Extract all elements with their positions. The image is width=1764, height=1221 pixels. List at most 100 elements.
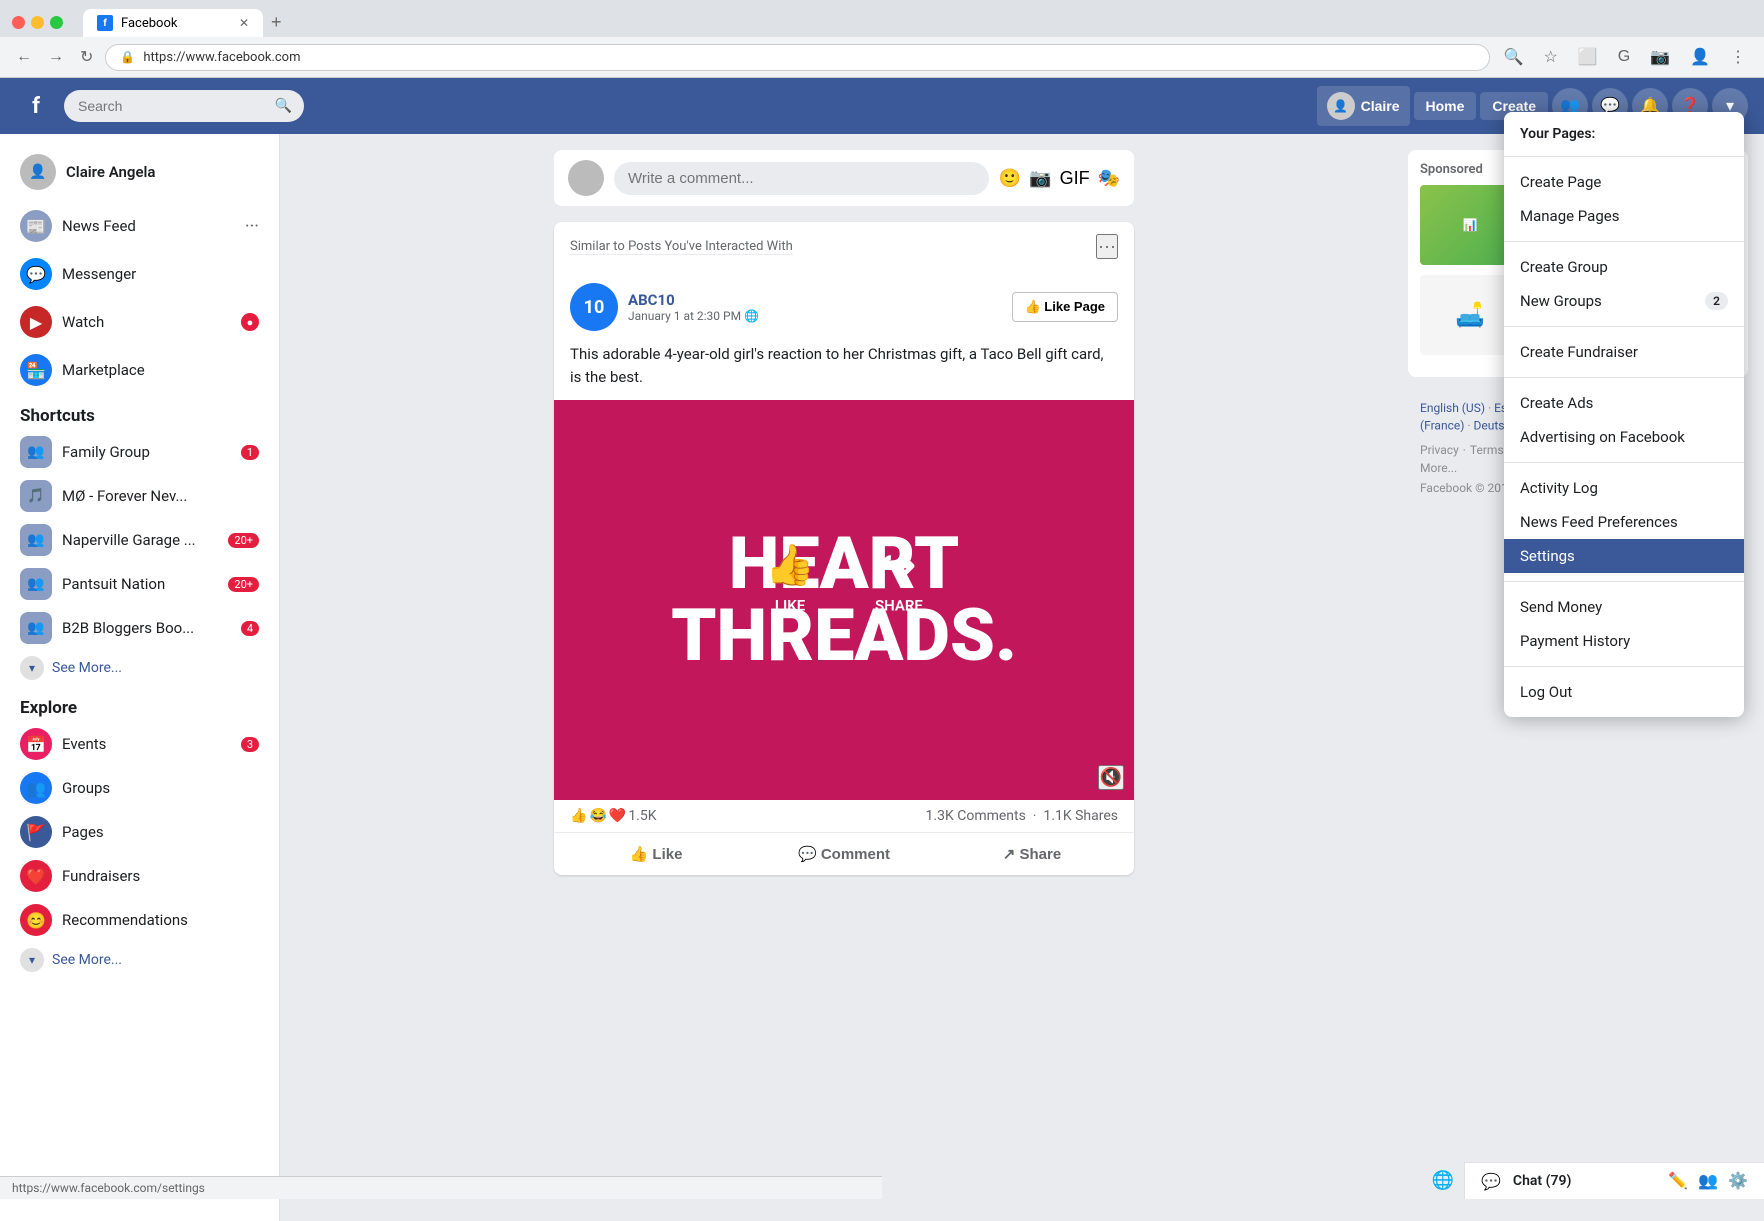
dropdown-send-money[interactable]: Send Money bbox=[1504, 590, 1744, 624]
pantsuit-icon: 👥 bbox=[20, 568, 52, 600]
search-toolbar-button[interactable]: 🔍 bbox=[1498, 43, 1530, 71]
privacy-link[interactable]: Privacy bbox=[1420, 443, 1459, 457]
globe-language-button[interactable]: 🌐 bbox=[1432, 1170, 1454, 1191]
user-profile-button[interactable]: 👤 Claire bbox=[1317, 86, 1410, 126]
sidebar-item-messenger[interactable]: 💬 Messenger bbox=[8, 250, 271, 298]
b2b-badge: 4 bbox=[241, 621, 259, 636]
active-tab[interactable]: f Facebook ✕ bbox=[83, 9, 263, 37]
events-label: Events bbox=[62, 735, 106, 753]
browser-toolbar: ← → ↻ 🔒 https://www.facebook.com 🔍 ☆ ⬜ G… bbox=[0, 37, 1764, 78]
sidebar-item-marketplace[interactable]: 🏪 Marketplace bbox=[8, 346, 271, 394]
chat-settings-button[interactable]: ⚙️ bbox=[1728, 1171, 1748, 1191]
explore-see-more[interactable]: ▾ See More... bbox=[8, 942, 271, 978]
share-action-button[interactable]: ↗ Share bbox=[938, 837, 1126, 871]
mo-forever-label: MØ - Forever Nev... bbox=[62, 487, 187, 505]
shortcut-family-group[interactable]: 👥 Family Group 1 bbox=[8, 430, 271, 474]
maximize-window-button[interactable] bbox=[50, 16, 63, 29]
tab-close-button[interactable]: ✕ bbox=[239, 16, 249, 30]
overlay-share-action[interactable]: ↪ SHARE bbox=[875, 542, 923, 615]
dropdown-create-fundraiser[interactable]: Create Fundraiser bbox=[1504, 335, 1744, 369]
comment-icons: 🙂 📷 GIF 🎭 bbox=[999, 168, 1120, 189]
more-link[interactable]: More... bbox=[1420, 461, 1457, 475]
dropdown-settings[interactable]: Settings bbox=[1504, 539, 1744, 573]
dropdown-new-groups[interactable]: New Groups 2 bbox=[1504, 284, 1744, 318]
home-nav-button[interactable]: Home bbox=[1414, 92, 1477, 120]
explore-events[interactable]: 📅 Events 3 bbox=[8, 722, 271, 766]
family-group-icon: 👥 bbox=[20, 436, 52, 468]
shortcut-mo-forever[interactable]: 🎵 MØ - Forever Nev... bbox=[8, 474, 271, 518]
marketplace-label: Marketplace bbox=[62, 361, 259, 379]
browser-titlebar: f Facebook ✕ + bbox=[0, 0, 1764, 37]
globe-icon: 🌐 bbox=[744, 309, 759, 323]
emoji-button[interactable]: 🙂 bbox=[999, 168, 1021, 189]
sticker-button[interactable]: 🎭 bbox=[1098, 168, 1120, 189]
dropdown-activity-log[interactable]: Activity Log bbox=[1504, 471, 1744, 505]
sidebar-user-avatar: 👤 bbox=[20, 154, 56, 190]
like-page-button[interactable]: 👍 Like Page bbox=[1012, 292, 1119, 322]
explore-pages[interactable]: 🚩 Pages bbox=[8, 810, 271, 854]
reactions-count: 1.5K bbox=[628, 808, 656, 824]
profile-button[interactable]: G bbox=[1612, 44, 1636, 70]
dropdown-create-ads[interactable]: Create Ads bbox=[1504, 386, 1744, 420]
extensions-button[interactable]: ⬜ bbox=[1572, 43, 1604, 71]
mute-button[interactable]: 🔇 bbox=[1098, 765, 1124, 790]
sidebar-item-news-feed[interactable]: 📰 News Feed ··· bbox=[8, 202, 271, 250]
shortcut-b2b[interactable]: 👥 B2B Bloggers Boo... 4 bbox=[8, 606, 271, 650]
toolbar-actions: 🔍 ☆ ⬜ G 📷 👤 ⋮ bbox=[1498, 43, 1752, 71]
friend-requests-button[interactable]: 👥 bbox=[1698, 1171, 1718, 1191]
dropdown-log-out[interactable]: Log Out bbox=[1504, 675, 1744, 709]
lang-english[interactable]: English (US) bbox=[1420, 401, 1485, 415]
post-options-button[interactable]: ··· bbox=[1096, 234, 1118, 259]
close-window-button[interactable] bbox=[12, 16, 25, 29]
naperville-badge: 20+ bbox=[228, 533, 259, 548]
left-sidebar: 👤 Claire Angela 📰 News Feed ··· 💬 Messen… bbox=[0, 134, 280, 1221]
shortcut-naperville[interactable]: 👥 Naperville Garage ... 20+ bbox=[8, 518, 271, 562]
dropdown-manage-pages[interactable]: Manage Pages bbox=[1504, 199, 1744, 233]
search-input[interactable] bbox=[64, 90, 304, 122]
user-icon-button[interactable]: 👤 bbox=[1684, 43, 1716, 71]
shortcuts-see-more[interactable]: ▾ See More... bbox=[8, 650, 271, 686]
new-message-button[interactable]: ✏️ bbox=[1668, 1171, 1688, 1191]
explore-groups[interactable]: 👥 Groups bbox=[8, 766, 271, 810]
explore-fundraisers[interactable]: ❤️ Fundraisers bbox=[8, 854, 271, 898]
comment-action-button[interactable]: 💬 Comment bbox=[750, 837, 938, 871]
back-button[interactable]: ← bbox=[12, 44, 36, 70]
dropdown-account-section: Activity Log News Feed Preferences Setti… bbox=[1504, 463, 1744, 582]
more-button[interactable]: ⋮ bbox=[1724, 43, 1752, 71]
photo-button[interactable]: 📷 bbox=[1029, 168, 1051, 189]
dropdown-payment-history[interactable]: Payment History bbox=[1504, 624, 1744, 658]
pages-label: Pages bbox=[62, 823, 104, 841]
bookmark-button[interactable]: ☆ bbox=[1537, 43, 1563, 71]
dropdown-create-page[interactable]: Create Page bbox=[1504, 165, 1744, 199]
overlay-like-action[interactable]: 👍 LIKE bbox=[765, 542, 815, 615]
url-bar[interactable]: 🔒 https://www.facebook.com bbox=[105, 44, 1489, 71]
comment-input[interactable] bbox=[614, 162, 989, 195]
like-action-button[interactable]: 👍 Like bbox=[562, 837, 750, 871]
explore-recommendations[interactable]: 😊 Recommendations bbox=[8, 898, 271, 942]
similar-posts-label: Similar to Posts You've Interacted With bbox=[570, 239, 793, 255]
forward-button[interactable]: → bbox=[44, 44, 68, 70]
shortcut-pantsuit[interactable]: 👥 Pantsuit Nation 20+ bbox=[8, 562, 271, 606]
news-feed-options[interactable]: ··· bbox=[245, 216, 259, 237]
explore-section-label: Explore bbox=[8, 686, 271, 722]
shares-count: 1.1K Shares bbox=[1043, 808, 1118, 824]
gif-button[interactable]: GIF bbox=[1060, 168, 1090, 189]
terms-link[interactable]: Terms bbox=[1470, 443, 1504, 457]
dropdown-advertising[interactable]: Advertising on Facebook bbox=[1504, 420, 1744, 454]
new-tab-button[interactable]: + bbox=[263, 8, 290, 37]
video-button[interactable]: 📷 bbox=[1644, 43, 1676, 71]
page-meta: January 1 at 2:30 PM 🌐 bbox=[628, 309, 759, 323]
sidebar-item-watch[interactable]: ▶ Watch ● bbox=[8, 298, 271, 346]
watch-nav-icon: ▶ bbox=[20, 306, 52, 338]
feed-center: 🙂 📷 GIF 🎭 Similar to Posts You've Intera… bbox=[554, 150, 1134, 1205]
sidebar-user[interactable]: 👤 Claire Angela bbox=[8, 146, 271, 198]
dropdown-create-group[interactable]: Create Group bbox=[1504, 250, 1744, 284]
page-name: ABC10 bbox=[628, 291, 759, 309]
explore-see-more-icon: ▾ bbox=[20, 948, 44, 972]
chat-bar[interactable]: 💬 Chat (79) ✏️ 👥 ⚙️ bbox=[1464, 1162, 1764, 1199]
overlay-like-label: LIKE bbox=[775, 597, 805, 615]
dropdown-news-feed-prefs[interactable]: News Feed Preferences bbox=[1504, 505, 1744, 539]
window-controls bbox=[12, 16, 63, 29]
reload-button[interactable]: ↻ bbox=[76, 43, 97, 71]
minimize-window-button[interactable] bbox=[31, 16, 44, 29]
